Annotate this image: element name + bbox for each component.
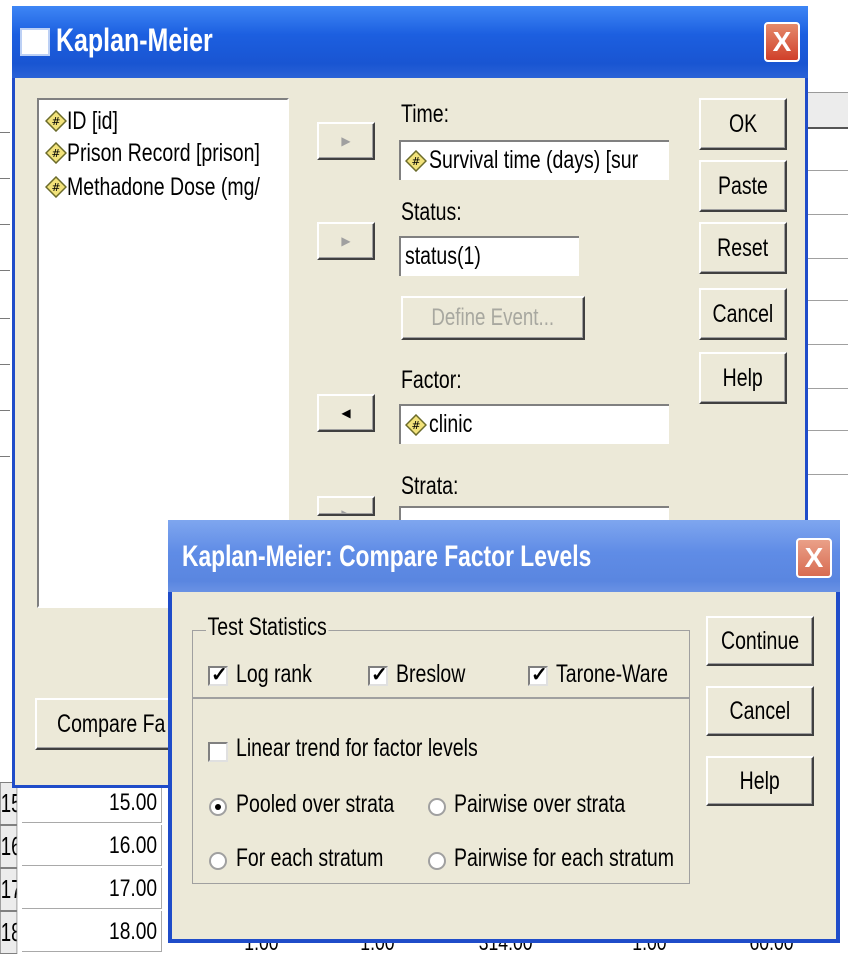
numeric-variable-icon: # (45, 110, 67, 133)
grid-line (0, 410, 10, 411)
grid-line (805, 170, 848, 171)
log-rank-checkbox[interactable] (208, 662, 228, 687)
row-number[interactable]: 16 (0, 825, 18, 868)
each-stratum-label: For each stratum (236, 844, 384, 872)
help-button[interactable]: Help (699, 352, 787, 404)
test-statistics-label: Test Statistics (206, 613, 329, 642)
move-status-button[interactable]: ▶ (317, 222, 375, 260)
close-icon: X (804, 542, 824, 573)
grid-line (805, 388, 848, 389)
list-item[interactable]: # ID [id] (45, 106, 132, 138)
numeric-variable-icon: # (405, 414, 427, 436)
arrow-left-icon: ◀ (341, 406, 351, 420)
grid-line (0, 318, 10, 319)
pooled-label: Pooled over strata (236, 790, 395, 818)
arrow-right-icon: ▶ (341, 234, 351, 248)
svg-text:#: # (411, 155, 420, 168)
close-button[interactable]: X (764, 22, 800, 62)
pairwise-each-radio[interactable] (428, 852, 446, 870)
time-field[interactable]: # Survival time (days) [sur (399, 140, 669, 180)
grid-line (805, 258, 848, 259)
reset-button[interactable]: Reset (699, 222, 787, 274)
grid-line (805, 344, 848, 345)
pairwise-strata-radio[interactable] (428, 798, 446, 816)
numeric-variable-icon: # (405, 150, 427, 172)
strata-label: Strata: (401, 472, 459, 500)
grid-line (805, 430, 848, 431)
grid-line (805, 214, 848, 215)
compare-factor-levels-dialog: Kaplan-Meier: Compare Factor Levels X Te… (168, 520, 840, 943)
move-strata-button[interactable]: ▶ (317, 496, 375, 516)
svg-text:#: # (51, 181, 60, 194)
grid-line (805, 300, 848, 301)
grid-line (0, 270, 10, 271)
column-header-strip (808, 92, 848, 129)
grid-line (805, 474, 848, 475)
factor-field[interactable]: # clinic (399, 404, 669, 444)
move-factor-button[interactable]: ◀ (317, 394, 375, 432)
list-item[interactable]: # Prison Record [prison] (45, 138, 314, 170)
svg-text:#: # (411, 419, 420, 432)
factor-label: Factor: (401, 366, 462, 394)
linear-trend-label: Linear trend for factor levels (236, 734, 478, 762)
dialog-title: Kaplan-Meier: Compare Factor Levels (182, 540, 592, 573)
grid-line (0, 224, 10, 225)
list-item[interactable]: # Methadone Dose (mg/ (45, 172, 314, 204)
svg-text:#: # (51, 147, 60, 160)
svg-text:#: # (51, 115, 60, 128)
pairwise-each-label: Pairwise for each stratum (454, 844, 674, 872)
pooled-radio[interactable] (209, 798, 227, 816)
row-number[interactable]: 17 (0, 868, 18, 911)
grid-line (0, 456, 10, 457)
tarone-ware-checkbox[interactable] (528, 662, 548, 687)
table-cell[interactable]: 15.00 (22, 782, 162, 823)
time-label: Time: (401, 100, 450, 128)
dialog-title: Kaplan-Meier (56, 22, 213, 58)
breslow-label: Breslow (396, 660, 466, 688)
numeric-variable-icon: # (45, 176, 67, 199)
grid-line (0, 132, 10, 133)
move-time-button[interactable]: ▶ (317, 122, 375, 160)
define-event-button[interactable]: Define Event... (401, 296, 585, 340)
continue-button[interactable]: Continue (706, 616, 814, 666)
breslow-checkbox[interactable] (368, 662, 388, 687)
row-number[interactable]: 18 (0, 911, 18, 954)
table-cell[interactable]: 17.00 (22, 868, 162, 909)
cancel-button[interactable]: Cancel (699, 288, 787, 340)
numeric-variable-icon: # (45, 142, 67, 165)
close-button[interactable]: X (796, 538, 832, 578)
strata-field[interactable] (399, 506, 669, 520)
linear-trend-checkbox[interactable] (208, 742, 228, 762)
title-bar[interactable]: Kaplan-Meier: Compare Factor Levels X (168, 520, 840, 592)
help-button[interactable]: Help (706, 756, 814, 806)
row-number[interactable]: 15 (0, 782, 18, 825)
table-cell[interactable]: 16.00 (22, 825, 162, 866)
tarone-ware-label: Tarone-Ware (556, 660, 668, 688)
each-stratum-radio[interactable] (209, 852, 227, 870)
status-label: Status: (401, 198, 462, 226)
log-rank-label: Log rank (236, 660, 312, 688)
paste-button[interactable]: Paste (699, 160, 787, 212)
status-field[interactable]: status(1) (399, 236, 579, 276)
close-icon: X (772, 26, 792, 57)
title-bar[interactable]: Kaplan-Meier X (12, 6, 808, 78)
pairwise-strata-label: Pairwise over strata (454, 790, 626, 818)
arrow-right-icon: ▶ (341, 507, 351, 516)
grid-line (0, 178, 10, 179)
cancel-button[interactable]: Cancel (706, 686, 814, 736)
window-icon (20, 28, 50, 56)
table-cell[interactable]: 18.00 (22, 911, 162, 952)
arrow-right-icon: ▶ (341, 134, 351, 148)
ok-button[interactable]: OK (699, 98, 787, 150)
grid-line (0, 364, 10, 365)
